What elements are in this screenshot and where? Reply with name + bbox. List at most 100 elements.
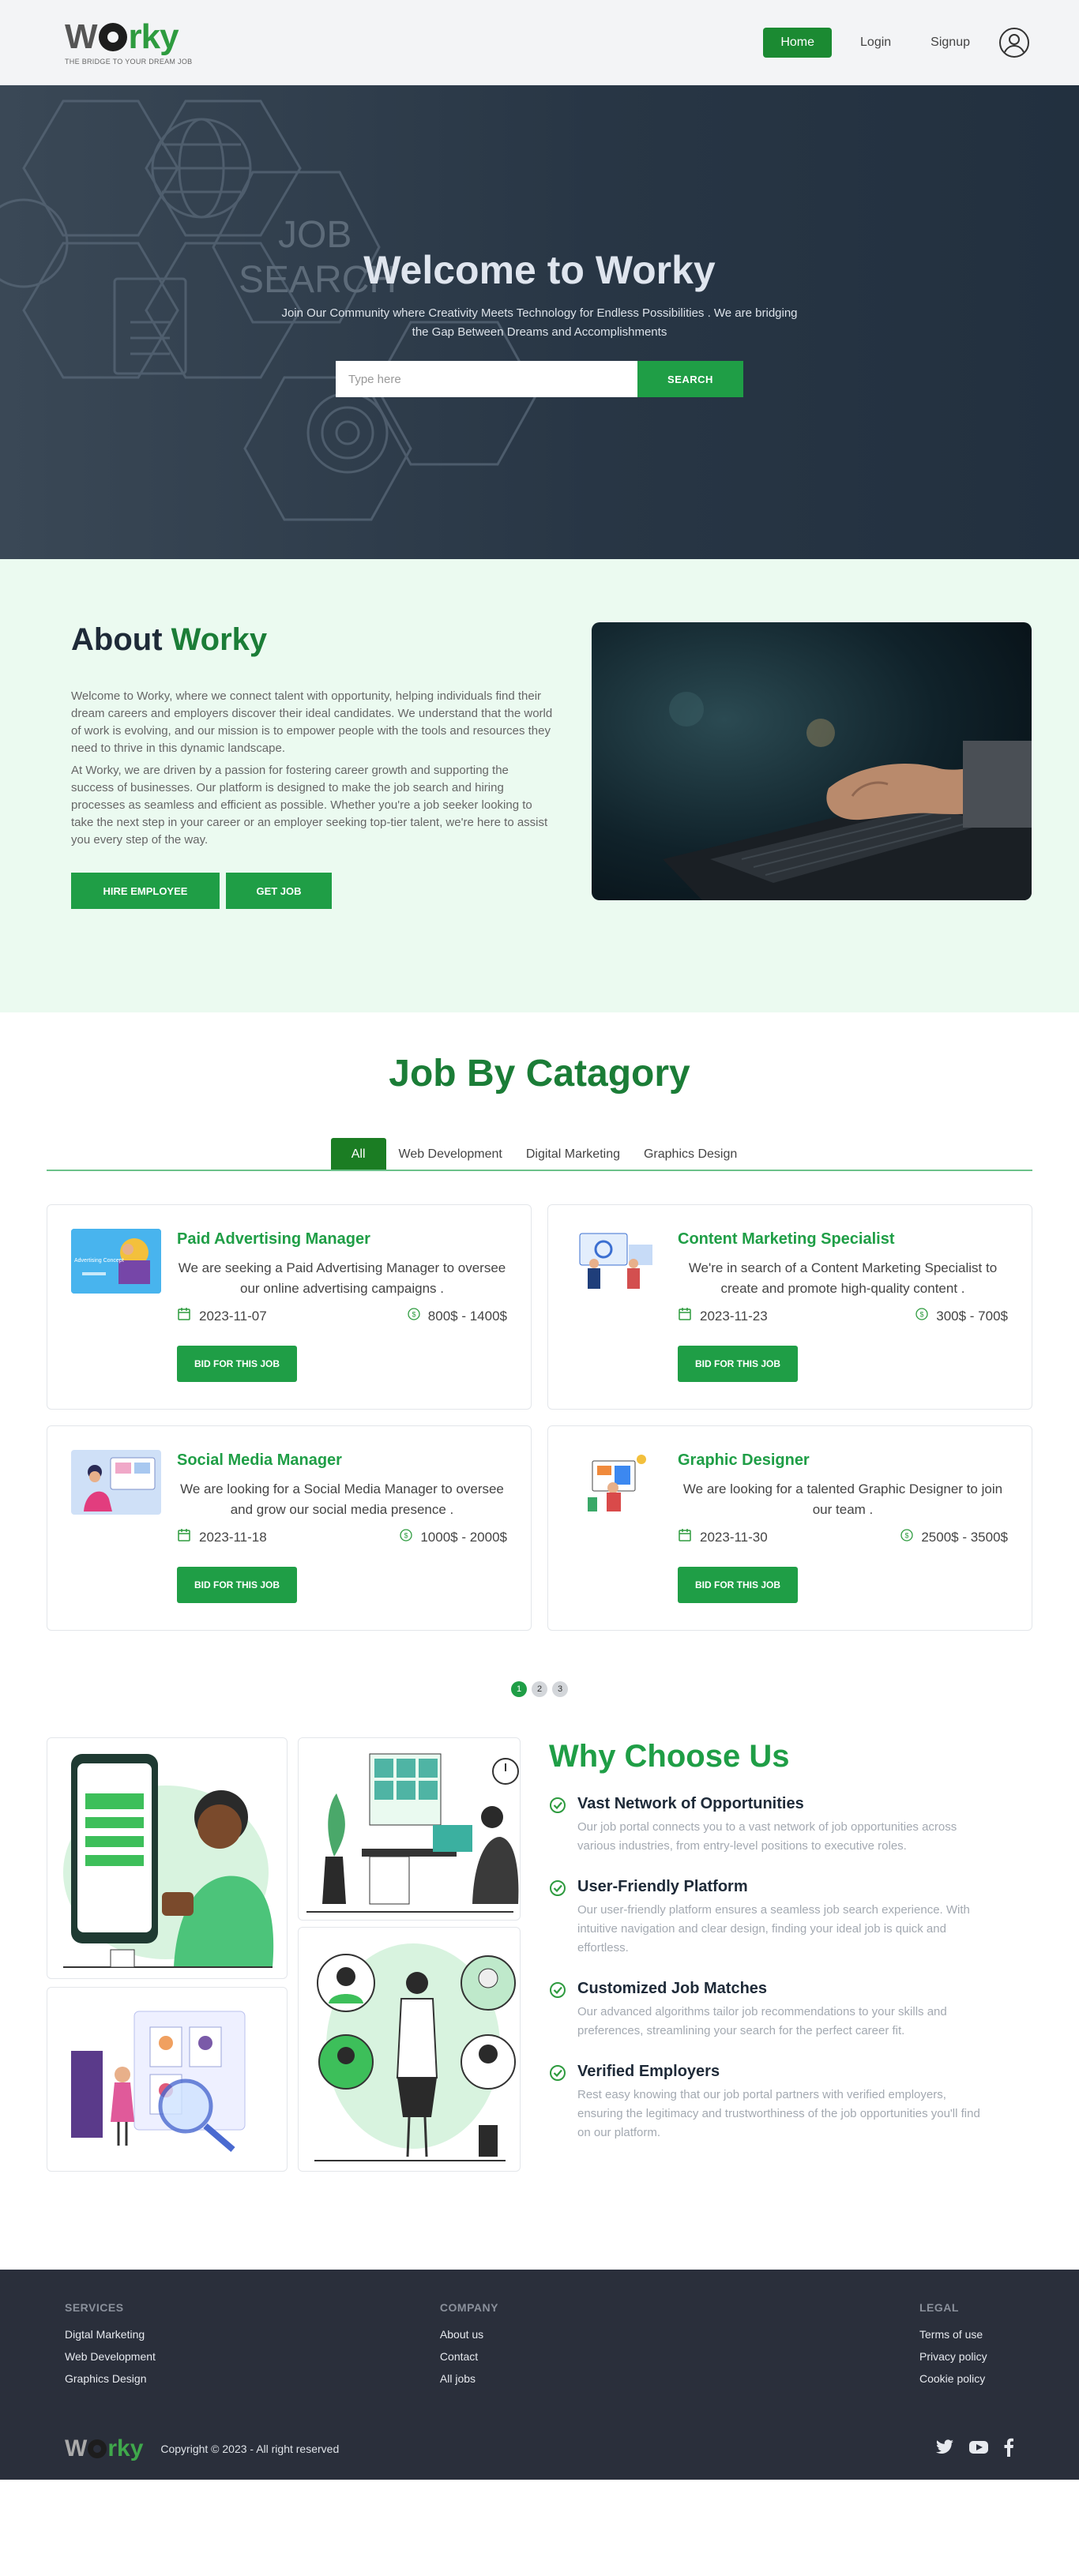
mobile-user-illustration	[47, 1737, 288, 1979]
job-thumbnail	[572, 1229, 662, 1294]
footer-services-column: SERVICES Digtal Marketing Web Developmen…	[65, 2301, 156, 2394]
why-item: User-Friendly Platform Our user-friendly …	[549, 1878, 991, 1958]
footer-link[interactable]: Graphics Design	[65, 2372, 156, 2385]
why-item-title: User-Friendly Platform	[577, 1878, 748, 1895]
job-card: Content Marketing Specialist We're in se…	[547, 1204, 1032, 1410]
nav-home-button[interactable]: Home	[763, 27, 833, 58]
bid-job-button[interactable]: BID FOR THIS JOB	[678, 1346, 798, 1382]
about-paragraph-1: Welcome to Worky, where we connect talen…	[71, 689, 553, 755]
brand-tagline: THE BRIDGE TO YOUR DREAM JOB	[65, 57, 193, 66]
job-description: We are seeking a Paid Advertising Manage…	[178, 1260, 506, 1296]
job-title[interactable]: Social Media Manager	[177, 1451, 507, 1470]
dollar-circle-icon: $	[915, 1308, 928, 1324]
copyright-text: Copyright © 2023 - All right reserved	[160, 2443, 340, 2455]
footer-link[interactable]: Web Development	[65, 2350, 156, 2363]
job-budget: 800$ - 1400$	[427, 1308, 507, 1324]
job-card: Social Media Manager We are looking for …	[47, 1425, 532, 1631]
tab-all[interactable]: All	[330, 1138, 386, 1170]
twitter-icon[interactable]	[935, 2439, 954, 2459]
search-candidates-illustration	[47, 1987, 288, 2172]
tab-graphics-design[interactable]: Graphics Design	[633, 1138, 748, 1170]
why-item-title: Vast Network of Opportunities	[577, 1795, 804, 1812]
check-circle-icon	[549, 1879, 566, 1897]
nav-signup-link[interactable]: Signup	[919, 28, 981, 58]
hero-section: JOB SEARCH Welcome to Worky Join Our Com…	[0, 85, 1079, 559]
footer-link[interactable]: Digtal Marketing	[65, 2328, 156, 2341]
job-thumbnail	[71, 1450, 161, 1515]
footer-link[interactable]: Contact	[440, 2350, 498, 2363]
logo-gear-icon	[98, 22, 127, 51]
bid-job-button[interactable]: BID FOR THIS JOB	[177, 1567, 297, 1603]
logo-gear-icon	[88, 2439, 107, 2458]
brand-logo[interactable]: Wrky THE BRIDGE TO YOUR DREAM JOB	[65, 17, 193, 66]
category-tabs: All Web Development Digital Marketing Gr…	[47, 1138, 1032, 1171]
dollar-circle-icon: $	[400, 1529, 412, 1545]
why-item-title: Verified Employers	[577, 2063, 720, 2080]
top-navbar: Wrky THE BRIDGE TO YOUR DREAM JOB Home L…	[0, 0, 1079, 85]
job-card: Graphic Designer We are looking for a ta…	[547, 1425, 1032, 1631]
footer-company-column: COMPANY About us Contact All jobs	[440, 2301, 498, 2394]
why-illustrations	[47, 1737, 521, 2172]
job-description: We are looking for a talented Graphic De…	[682, 1481, 1003, 1517]
calendar-icon	[177, 1528, 191, 1546]
hero-subtitle: Join Our Community where Creativity Meet…	[281, 306, 798, 339]
search-button[interactable]: SEARCH	[637, 361, 743, 397]
hire-employee-button[interactable]: HIRE EMPLOYEE	[71, 873, 220, 909]
facebook-icon[interactable]	[1003, 2438, 1014, 2461]
bid-job-button[interactable]: BID FOR THIS JOB	[678, 1567, 798, 1603]
why-item: Verified Employers Rest easy knowing that…	[549, 2063, 991, 2142]
svg-text:$: $	[404, 1532, 408, 1540]
job-title[interactable]: Graphic Designer	[678, 1451, 1008, 1470]
check-circle-icon	[549, 1797, 566, 1814]
svg-text:$: $	[905, 1532, 909, 1540]
about-title: About Worky	[71, 622, 268, 657]
page-2-button[interactable]: 2	[532, 1681, 547, 1697]
youtube-icon[interactable]	[968, 2439, 989, 2459]
job-budget: 2500$ - 3500$	[921, 1529, 1008, 1545]
why-item-text: Our job portal connects you to a vast ne…	[577, 1820, 957, 1853]
footer-link[interactable]: About us	[440, 2328, 498, 2341]
calendar-icon	[678, 1307, 692, 1325]
category-title: Job By Catagory	[389, 1053, 690, 1095]
job-description: We are looking for a Social Media Manage…	[180, 1481, 504, 1517]
job-category-section: Job By Catagory All Web Development Digi…	[0, 1012, 1079, 1731]
calendar-icon	[177, 1307, 191, 1325]
job-thumbnail: Advertising Concept	[71, 1229, 161, 1294]
search-input[interactable]	[336, 361, 637, 397]
remote-meeting-illustration	[298, 1737, 521, 1921]
user-icon[interactable]	[998, 27, 1030, 58]
job-budget: 300$ - 700$	[936, 1308, 1008, 1324]
team-network-illustration	[298, 1927, 521, 2172]
why-item-text: Rest easy knowing that our job portal pa…	[577, 2088, 980, 2139]
footer-link[interactable]: All jobs	[440, 2372, 498, 2385]
footer-logo[interactable]: Wrky	[65, 2435, 143, 2462]
brand-logo-wordmark: Wrky	[65, 17, 179, 56]
bid-job-button[interactable]: BID FOR THIS JOB	[177, 1346, 297, 1382]
nav-login-link[interactable]: Login	[849, 28, 902, 58]
nav-links: Home Login Signup	[763, 27, 1030, 58]
page-1-button[interactable]: 1	[511, 1681, 527, 1697]
job-title[interactable]: Paid Advertising Manager	[177, 1230, 507, 1249]
job-date: 2023-11-07	[199, 1308, 267, 1324]
job-date: 2023-11-30	[700, 1529, 768, 1545]
job-title[interactable]: Content Marketing Specialist	[678, 1230, 1008, 1249]
job-thumbnail	[572, 1450, 662, 1515]
site-footer: SERVICES Digtal Marketing Web Developmen…	[0, 2270, 1079, 2480]
svg-text:$: $	[412, 1311, 415, 1319]
job-card: Advertising Concept Paid Advertising Man…	[47, 1204, 532, 1410]
job-date: 2023-11-23	[700, 1308, 768, 1324]
get-job-button[interactable]: GET JOB	[226, 873, 332, 909]
svg-text:Advertising Concept: Advertising Concept	[74, 1258, 124, 1264]
footer-link[interactable]: Terms of use	[919, 2328, 1014, 2341]
footer-link[interactable]: Privacy policy	[919, 2350, 1014, 2363]
social-links	[935, 2438, 1014, 2461]
about-laptop-photo	[591, 622, 1032, 900]
why-title: Why Choose Us	[549, 1739, 790, 1774]
check-circle-icon	[549, 2064, 566, 2082]
tab-digital-marketing[interactable]: Digital Marketing	[515, 1138, 631, 1170]
job-cards-grid: Advertising Concept Paid Advertising Man…	[47, 1204, 1032, 1631]
page-3-button[interactable]: 3	[552, 1681, 568, 1697]
footer-link[interactable]: Cookie policy	[919, 2372, 1014, 2385]
tab-web-development[interactable]: Web Development	[388, 1138, 513, 1170]
footer-heading: SERVICES	[65, 2301, 124, 2314]
